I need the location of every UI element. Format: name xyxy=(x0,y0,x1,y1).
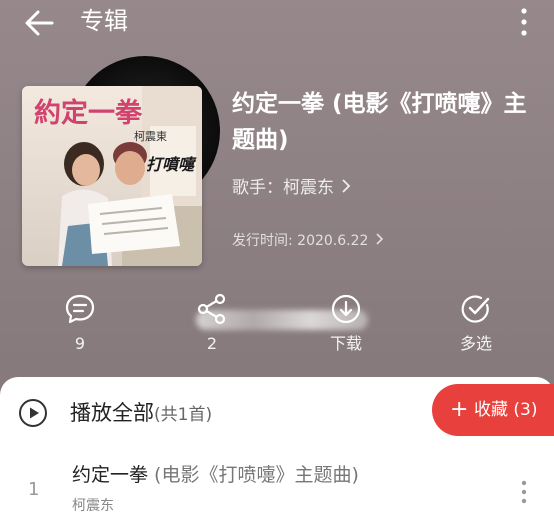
multi-select-label: 多选 xyxy=(459,334,492,353)
song-list-panel: 播放全部(共1首) + 收藏 (3) 1 约定一拳 (电影《打喷嚏》主题曲) 柯… xyxy=(0,377,554,529)
cover-title-text: 約定一拳 xyxy=(34,97,143,129)
collect-label: 收藏 (3) xyxy=(474,400,538,420)
blurred-watermark xyxy=(196,310,368,330)
song-index: 1 xyxy=(28,479,40,500)
chevron-right-icon xyxy=(342,176,351,200)
multi-select-icon xyxy=(461,295,490,323)
comment-count: 9 xyxy=(74,334,86,353)
song-count: (共1首) xyxy=(154,405,213,425)
share-count: 2 xyxy=(206,334,218,353)
page-title: 专辑 xyxy=(80,7,128,35)
download-label: 下载 xyxy=(329,334,362,353)
play-all-label: 播放全部 xyxy=(70,401,154,425)
album-cover-art: 約定一拳 柯震東 打噴嚏 xyxy=(22,86,202,266)
cover-movie-text: 打噴嚏 xyxy=(146,155,197,174)
release-date-label: 发行时间: 2020.6.22 xyxy=(232,233,369,249)
collect-button[interactable]: + 收藏 (3) xyxy=(432,384,554,436)
cover-artist-text: 柯震東 xyxy=(134,130,167,143)
song-row[interactable]: 1 约定一拳 (电影《打喷嚏》主题曲) 柯震东 xyxy=(0,459,554,529)
vertical-dots-icon xyxy=(521,8,527,36)
vertical-dots-icon xyxy=(521,480,527,504)
song-title: 约定一拳 xyxy=(72,464,149,486)
comment-icon xyxy=(65,294,95,324)
more-options-button[interactable] xyxy=(512,6,536,38)
song-more-button[interactable] xyxy=(514,477,534,507)
top-bar: 专辑 xyxy=(0,0,554,48)
song-title-line: 约定一拳 (电影《打喷嚏》主题曲) xyxy=(72,461,359,489)
album-cover[interactable]: 約定一拳 柯震東 打噴嚏 xyxy=(22,86,202,266)
back-button[interactable] xyxy=(22,6,58,40)
song-artist: 柯震东 xyxy=(72,498,114,514)
song-subtitle: (电影《打喷嚏》主题曲) xyxy=(148,464,359,486)
arrow-left-icon xyxy=(25,10,54,36)
singer-link[interactable]: 歌手：柯震东 xyxy=(232,176,351,200)
singer-label: 歌手：柯震东 xyxy=(232,178,334,198)
album-title: 约定一拳 (电影《打喷嚏》主题曲) xyxy=(232,91,527,153)
comment-button[interactable]: 9 xyxy=(40,292,120,354)
chevron-right-icon xyxy=(376,230,384,252)
play-circle-icon xyxy=(19,399,47,427)
multi-select-button[interactable]: 多选 xyxy=(436,292,516,354)
plus-icon: + xyxy=(450,397,469,422)
release-date-link[interactable]: 发行时间: 2020.6.22 xyxy=(232,230,384,252)
play-all-text: 播放全部(共1首) xyxy=(70,397,212,431)
